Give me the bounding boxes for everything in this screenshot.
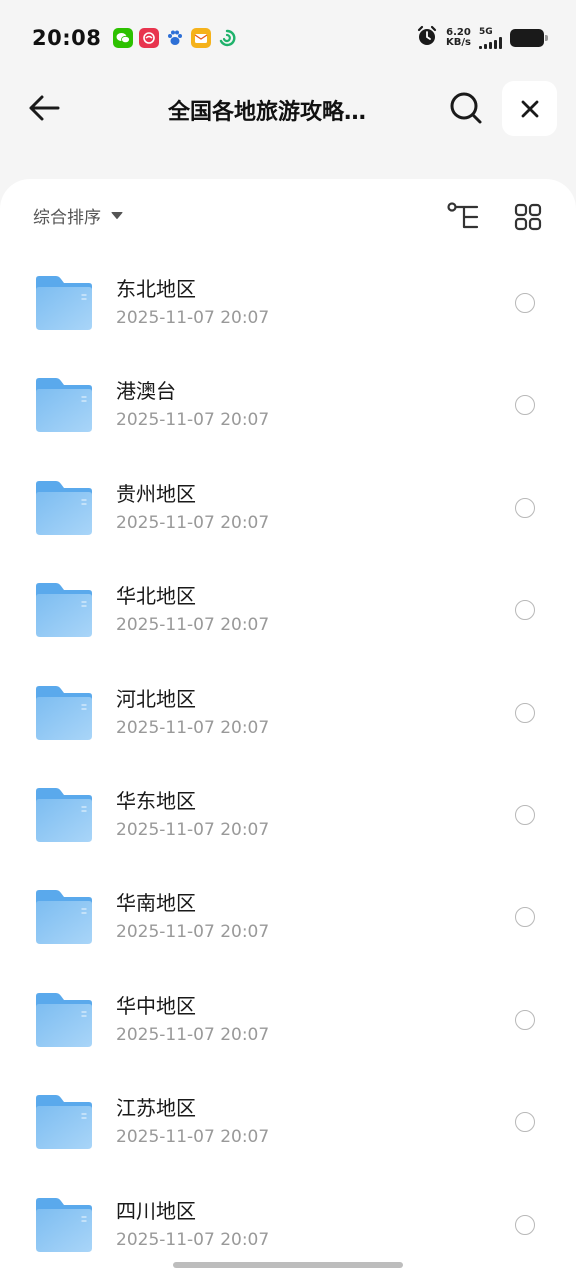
notification-icons <box>113 28 237 48</box>
folder-name: 河北地区 <box>116 686 196 711</box>
grid-view-button[interactable] <box>510 199 546 235</box>
folder-name: 东北地区 <box>116 277 196 301</box>
green-swirl-icon <box>217 28 237 48</box>
folder-date: 2025-11-07 20:07 <box>116 512 270 533</box>
alarm-icon <box>416 25 438 51</box>
folder-icon <box>36 378 92 433</box>
list-item[interactable]: 江苏地区 2025-11-07 20:07 <box>0 1072 576 1174</box>
folder-date: 2025-11-07 20:07 <box>116 615 270 636</box>
select-checkbox[interactable] <box>515 497 535 518</box>
folder-name: 华南地区 <box>116 891 196 916</box>
list-item[interactable]: 河北地区 2025-11-07 20:07 <box>0 663 576 765</box>
close-button[interactable] <box>502 81 557 136</box>
folder-icon <box>36 1197 92 1252</box>
select-checkbox[interactable] <box>515 395 535 416</box>
tree-view-button[interactable] <box>444 199 484 235</box>
folder-name: 港澳台 <box>116 379 176 404</box>
select-checkbox[interactable] <box>515 1009 535 1030</box>
net-speed: 6.20 KB/s <box>446 28 471 48</box>
battery-icon <box>510 29 548 47</box>
mail-app-icon <box>139 28 160 48</box>
list-toolbar: 综合排序 <box>0 179 576 251</box>
folder-date: 2025-11-07 20:07 <box>116 1229 270 1250</box>
select-checkbox[interactable] <box>515 907 535 928</box>
network-type: 5G <box>479 26 493 37</box>
status-time: 20:08 <box>32 26 102 50</box>
select-checkbox[interactable] <box>515 804 535 825</box>
home-indicator[interactable] <box>173 1262 403 1268</box>
file-list: 东北地区 2025-11-07 20:07 港澳台 2025-11-07 20:… <box>0 253 576 1277</box>
tree-structure-icon <box>447 202 479 229</box>
list-item[interactable]: 贵州地区 2025-11-07 20:07 <box>0 458 576 560</box>
signal-bars-icon <box>479 36 502 49</box>
select-checkbox[interactable] <box>515 293 535 313</box>
grid-icon <box>514 203 542 231</box>
app-header: 全国各地旅游攻略… <box>0 76 576 142</box>
signal-indicator: 5G <box>479 26 502 49</box>
folder-name: 贵州地区 <box>116 481 196 506</box>
wechat-icon <box>113 28 134 48</box>
folder-name: 华中地区 <box>116 993 196 1018</box>
folder-name: 江苏地区 <box>116 1096 196 1121</box>
sort-dropdown[interactable]: 综合排序 <box>33 203 123 228</box>
select-checkbox[interactable] <box>515 702 535 723</box>
folder-icon <box>36 787 92 842</box>
list-item[interactable]: 华南地区 2025-11-07 20:07 <box>0 867 576 969</box>
search-button[interactable] <box>444 86 488 130</box>
folder-icon <box>36 1095 92 1150</box>
folder-date: 2025-11-07 20:07 <box>116 717 270 738</box>
select-checkbox[interactable] <box>515 1112 535 1133</box>
baidu-paw-icon <box>165 28 185 48</box>
folder-date: 2025-11-07 20:07 <box>116 922 270 943</box>
list-item[interactable]: 华中地区 2025-11-07 20:07 <box>0 970 576 1072</box>
select-checkbox[interactable] <box>515 600 535 621</box>
list-item[interactable]: 港澳台 2025-11-07 20:07 <box>0 355 576 457</box>
status-bar: 20:08 6.20 KB/s 5G <box>0 0 576 76</box>
folder-icon <box>36 480 92 535</box>
folder-icon <box>36 276 92 330</box>
list-item[interactable]: 东北地区 2025-11-07 20:07 <box>0 253 576 355</box>
folder-date: 2025-11-07 20:07 <box>116 819 270 840</box>
folder-date: 2025-11-07 20:07 <box>116 308 270 328</box>
folder-icon <box>36 992 92 1047</box>
folder-date: 2025-11-07 20:07 <box>116 410 270 431</box>
dropdown-arrow-icon <box>111 212 123 219</box>
list-item[interactable]: 华北地区 2025-11-07 20:07 <box>0 560 576 662</box>
search-icon <box>450 92 482 124</box>
file-browser-card: 综合排序 东北地区 2025-11-07 20:07 港澳台 2025-11-0… <box>0 179 576 1280</box>
list-item[interactable]: 华东地区 2025-11-07 20:07 <box>0 765 576 867</box>
page-title: 全国各地旅游攻略… <box>168 100 367 125</box>
net-speed-unit: KB/s <box>446 37 471 48</box>
select-checkbox[interactable] <box>515 1214 535 1235</box>
folder-name: 华东地区 <box>116 788 196 813</box>
folder-icon <box>36 890 92 945</box>
folder-date: 2025-11-07 20:07 <box>116 1127 270 1148</box>
folder-icon <box>36 685 92 740</box>
folder-icon <box>36 583 92 638</box>
sort-label: 综合排序 <box>33 208 101 228</box>
status-right: 6.20 KB/s 5G <box>416 25 548 51</box>
back-button[interactable] <box>22 86 66 130</box>
close-icon <box>521 100 538 117</box>
folder-date: 2025-11-07 20:07 <box>116 1024 270 1045</box>
message-icon <box>191 28 212 48</box>
folder-name: 华北地区 <box>116 584 196 609</box>
back-arrow-icon <box>29 95 60 121</box>
folder-name: 四川地区 <box>116 1198 196 1223</box>
